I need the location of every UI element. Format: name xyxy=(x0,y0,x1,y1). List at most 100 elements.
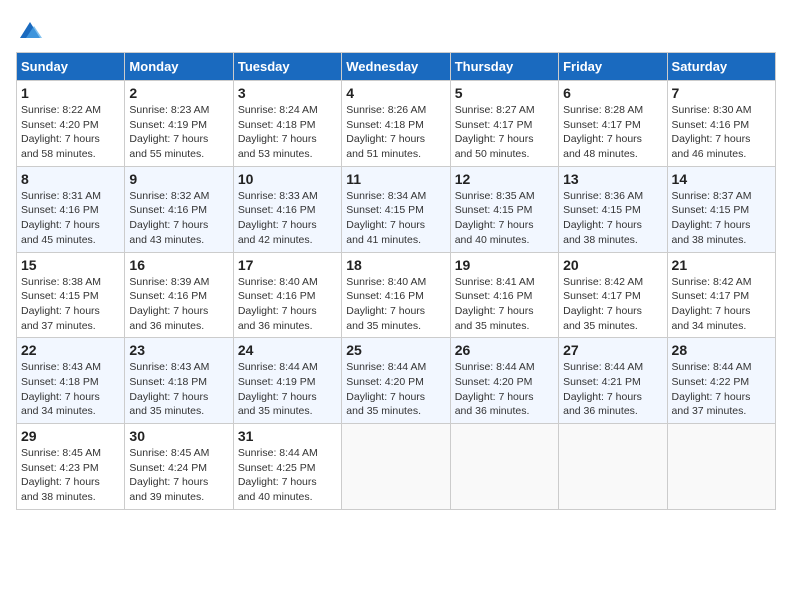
day-number: 19 xyxy=(455,257,554,273)
cell-info: Sunrise: 8:44 AM Sunset: 4:25 PM Dayligh… xyxy=(238,446,337,505)
calendar-cell: 17 Sunrise: 8:40 AM Sunset: 4:16 PM Dayli… xyxy=(233,252,341,338)
calendar-cell: 13Sunrise: 8:36 AM Sunset: 4:15 PM Dayli… xyxy=(559,166,667,252)
calendar-cell: 6 Sunrise: 8:28 AM Sunset: 4:17 PM Daylig… xyxy=(559,81,667,167)
column-header-sunday: Sunday xyxy=(17,53,125,81)
column-header-saturday: Saturday xyxy=(667,53,775,81)
calendar-cell: 3 Sunrise: 8:24 AM Sunset: 4:18 PM Daylig… xyxy=(233,81,341,167)
cell-info: Sunrise: 8:44 AM Sunset: 4:21 PM Dayligh… xyxy=(563,360,662,419)
day-number: 30 xyxy=(129,428,228,444)
calendar-week-row: 15 Sunrise: 8:38 AM Sunset: 4:15 PM Dayli… xyxy=(17,252,776,338)
cell-info: Sunrise: 8:44 AM Sunset: 4:20 PM Dayligh… xyxy=(455,360,554,419)
day-number: 12 xyxy=(455,171,554,187)
calendar-cell: 9 Sunrise: 8:32 AM Sunset: 4:16 PM Daylig… xyxy=(125,166,233,252)
day-number: 10 xyxy=(238,171,337,187)
day-number: 6 xyxy=(563,85,662,101)
cell-info: Sunrise: 8:34 AM Sunset: 4:15 PM Dayligh… xyxy=(346,189,445,248)
day-number: 28 xyxy=(672,342,771,358)
day-number: 15 xyxy=(21,257,120,273)
day-number: 9 xyxy=(129,171,228,187)
calendar-cell: 28 Sunrise: 8:44 AM Sunset: 4:22 PM Dayli… xyxy=(667,338,775,424)
page-header xyxy=(16,16,776,44)
calendar-cell: 24 Sunrise: 8:44 AM Sunset: 4:19 PM Dayli… xyxy=(233,338,341,424)
calendar-cell: 14 Sunrise: 8:37 AM Sunset: 4:15 PM Dayli… xyxy=(667,166,775,252)
day-number: 27 xyxy=(563,342,662,358)
calendar-cell xyxy=(450,424,558,510)
day-number: 14 xyxy=(672,171,771,187)
calendar-week-row: 22 Sunrise: 8:43 AM Sunset: 4:18 PM Dayli… xyxy=(17,338,776,424)
calendar-cell: 11Sunrise: 8:34 AM Sunset: 4:15 PM Dayli… xyxy=(342,166,450,252)
calendar-cell: 25 Sunrise: 8:44 AM Sunset: 4:20 PM Dayli… xyxy=(342,338,450,424)
calendar-cell: 16Sunrise: 8:39 AM Sunset: 4:16 PM Dayli… xyxy=(125,252,233,338)
column-header-thursday: Thursday xyxy=(450,53,558,81)
day-number: 13 xyxy=(563,171,662,187)
cell-info: Sunrise: 8:44 AM Sunset: 4:19 PM Dayligh… xyxy=(238,360,337,419)
calendar-cell: 1 Sunrise: 8:22 AM Sunset: 4:20 PM Daylig… xyxy=(17,81,125,167)
calendar-cell: 31 Sunrise: 8:44 AM Sunset: 4:25 PM Dayli… xyxy=(233,424,341,510)
cell-info: Sunrise: 8:31 AM Sunset: 4:16 PM Dayligh… xyxy=(21,189,120,248)
cell-info: Sunrise: 8:45 AM Sunset: 4:24 PM Dayligh… xyxy=(129,446,228,505)
cell-info: Sunrise: 8:37 AM Sunset: 4:15 PM Dayligh… xyxy=(672,189,771,248)
day-number: 8 xyxy=(21,171,120,187)
cell-info: Sunrise: 8:23 AM Sunset: 4:19 PM Dayligh… xyxy=(129,103,228,162)
calendar-cell: 29Sunrise: 8:45 AM Sunset: 4:23 PM Dayli… xyxy=(17,424,125,510)
cell-info: Sunrise: 8:26 AM Sunset: 4:18 PM Dayligh… xyxy=(346,103,445,162)
calendar-cell: 10 Sunrise: 8:33 AM Sunset: 4:16 PM Dayli… xyxy=(233,166,341,252)
calendar-header-row: SundayMondayTuesdayWednesdayThursdayFrid… xyxy=(17,53,776,81)
calendar-cell: 7Sunrise: 8:30 AM Sunset: 4:16 PM Daylig… xyxy=(667,81,775,167)
cell-info: Sunrise: 8:40 AM Sunset: 4:16 PM Dayligh… xyxy=(238,275,337,334)
day-number: 4 xyxy=(346,85,445,101)
day-number: 24 xyxy=(238,342,337,358)
logo-icon xyxy=(16,16,44,44)
calendar-cell: 19 Sunrise: 8:41 AM Sunset: 4:16 PM Dayli… xyxy=(450,252,558,338)
day-number: 31 xyxy=(238,428,337,444)
calendar-cell: 20Sunrise: 8:42 AM Sunset: 4:17 PM Dayli… xyxy=(559,252,667,338)
day-number: 3 xyxy=(238,85,337,101)
cell-info: Sunrise: 8:27 AM Sunset: 4:17 PM Dayligh… xyxy=(455,103,554,162)
day-number: 21 xyxy=(672,257,771,273)
calendar-cell: 23 Sunrise: 8:43 AM Sunset: 4:18 PM Dayli… xyxy=(125,338,233,424)
calendar-cell: 4 Sunrise: 8:26 AM Sunset: 4:18 PM Daylig… xyxy=(342,81,450,167)
cell-info: Sunrise: 8:42 AM Sunset: 4:17 PM Dayligh… xyxy=(672,275,771,334)
calendar-cell xyxy=(342,424,450,510)
column-header-monday: Monday xyxy=(125,53,233,81)
day-number: 29 xyxy=(21,428,120,444)
logo xyxy=(16,16,48,44)
calendar-table: SundayMondayTuesdayWednesdayThursdayFrid… xyxy=(16,52,776,510)
day-number: 25 xyxy=(346,342,445,358)
calendar-cell: 26 Sunrise: 8:44 AM Sunset: 4:20 PM Dayli… xyxy=(450,338,558,424)
cell-info: Sunrise: 8:43 AM Sunset: 4:18 PM Dayligh… xyxy=(21,360,120,419)
calendar-cell: 18Sunrise: 8:40 AM Sunset: 4:16 PM Dayli… xyxy=(342,252,450,338)
cell-info: Sunrise: 8:33 AM Sunset: 4:16 PM Dayligh… xyxy=(238,189,337,248)
calendar-cell: 21 Sunrise: 8:42 AM Sunset: 4:17 PM Dayli… xyxy=(667,252,775,338)
cell-info: Sunrise: 8:43 AM Sunset: 4:18 PM Dayligh… xyxy=(129,360,228,419)
day-number: 23 xyxy=(129,342,228,358)
calendar-week-row: 8 Sunrise: 8:31 AM Sunset: 4:16 PM Daylig… xyxy=(17,166,776,252)
day-number: 2 xyxy=(129,85,228,101)
cell-info: Sunrise: 8:44 AM Sunset: 4:22 PM Dayligh… xyxy=(672,360,771,419)
day-number: 22 xyxy=(21,342,120,358)
day-number: 1 xyxy=(21,85,120,101)
calendar-week-row: 29Sunrise: 8:45 AM Sunset: 4:23 PM Dayli… xyxy=(17,424,776,510)
cell-info: Sunrise: 8:32 AM Sunset: 4:16 PM Dayligh… xyxy=(129,189,228,248)
cell-info: Sunrise: 8:40 AM Sunset: 4:16 PM Dayligh… xyxy=(346,275,445,334)
day-number: 26 xyxy=(455,342,554,358)
calendar-cell: 5Sunrise: 8:27 AM Sunset: 4:17 PM Daylig… xyxy=(450,81,558,167)
calendar-cell: 12 Sunrise: 8:35 AM Sunset: 4:15 PM Dayli… xyxy=(450,166,558,252)
cell-info: Sunrise: 8:24 AM Sunset: 4:18 PM Dayligh… xyxy=(238,103,337,162)
cell-info: Sunrise: 8:35 AM Sunset: 4:15 PM Dayligh… xyxy=(455,189,554,248)
cell-info: Sunrise: 8:22 AM Sunset: 4:20 PM Dayligh… xyxy=(21,103,120,162)
cell-info: Sunrise: 8:28 AM Sunset: 4:17 PM Dayligh… xyxy=(563,103,662,162)
column-header-tuesday: Tuesday xyxy=(233,53,341,81)
calendar-cell: 27 Sunrise: 8:44 AM Sunset: 4:21 PM Dayli… xyxy=(559,338,667,424)
day-number: 17 xyxy=(238,257,337,273)
column-header-wednesday: Wednesday xyxy=(342,53,450,81)
calendar-cell xyxy=(667,424,775,510)
day-number: 7 xyxy=(672,85,771,101)
calendar-cell: 30 Sunrise: 8:45 AM Sunset: 4:24 PM Dayli… xyxy=(125,424,233,510)
cell-info: Sunrise: 8:41 AM Sunset: 4:16 PM Dayligh… xyxy=(455,275,554,334)
cell-info: Sunrise: 8:38 AM Sunset: 4:15 PM Dayligh… xyxy=(21,275,120,334)
calendar-cell xyxy=(559,424,667,510)
calendar-cell: 8 Sunrise: 8:31 AM Sunset: 4:16 PM Daylig… xyxy=(17,166,125,252)
cell-info: Sunrise: 8:44 AM Sunset: 4:20 PM Dayligh… xyxy=(346,360,445,419)
day-number: 20 xyxy=(563,257,662,273)
